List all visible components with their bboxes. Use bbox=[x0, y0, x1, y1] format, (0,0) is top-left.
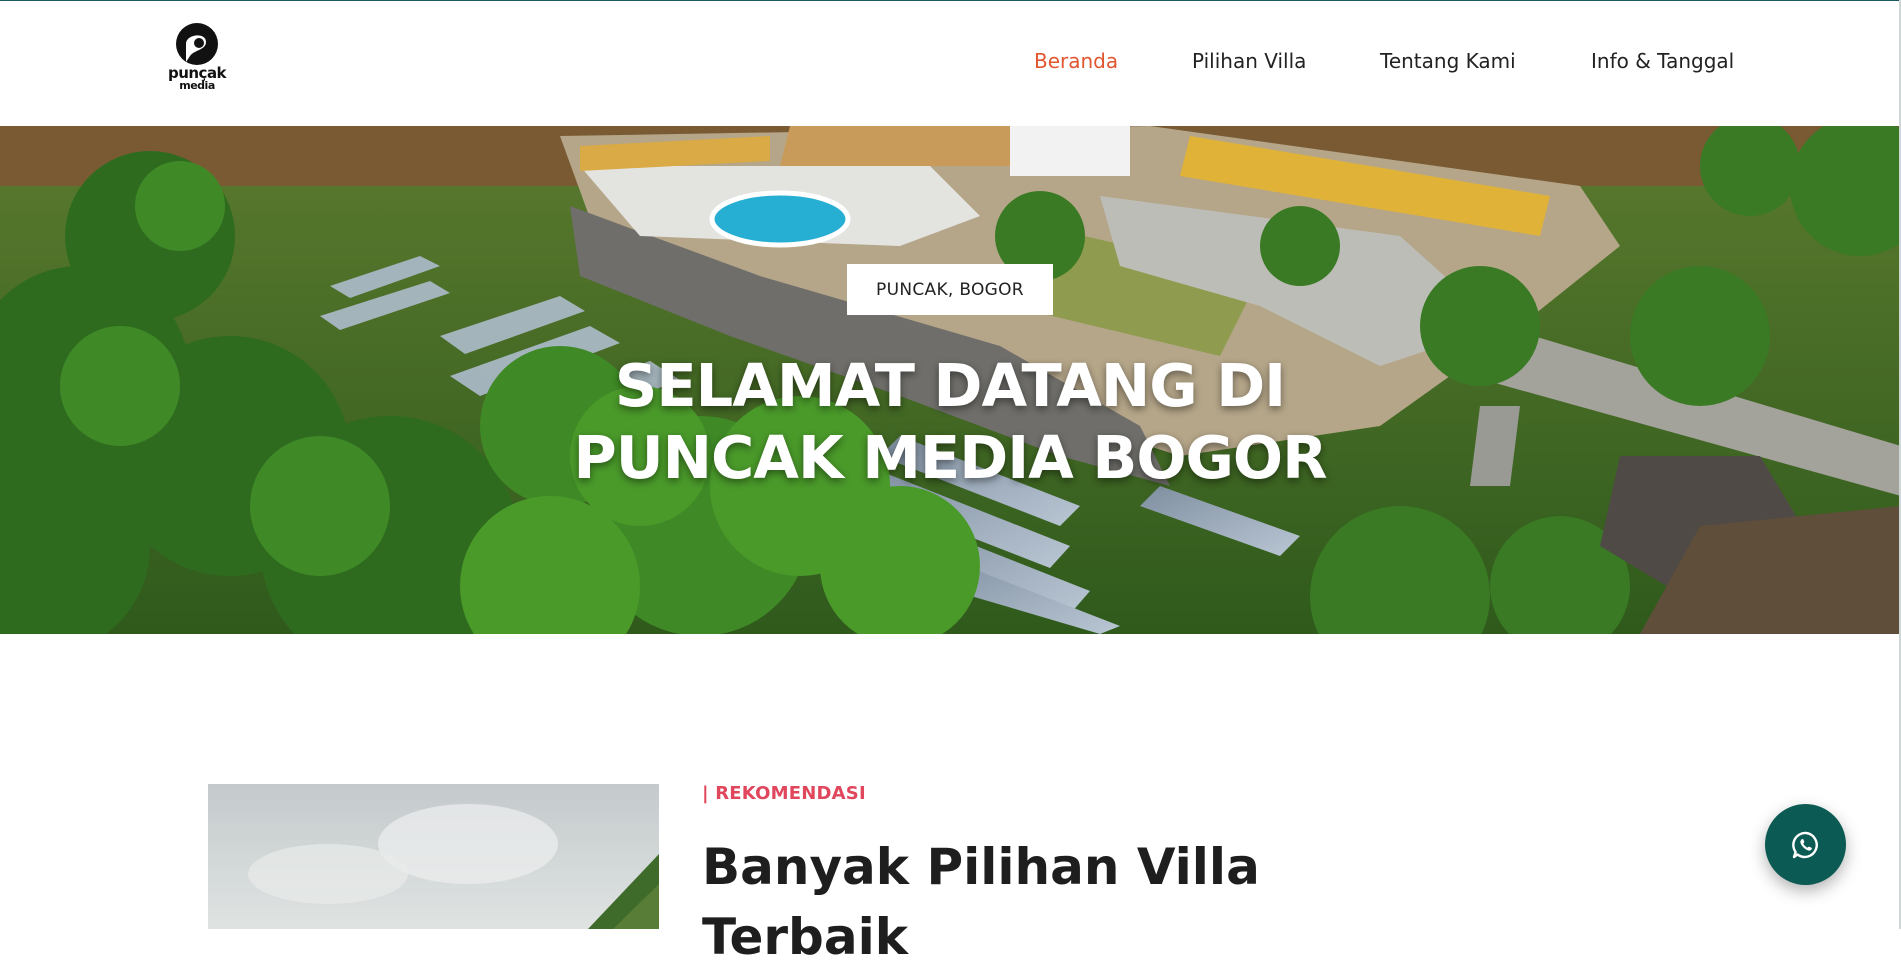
whatsapp-button[interactable] bbox=[1765, 804, 1846, 885]
hero-banner: PUNCAK, BOGOR SELAMAT DATANG DI PUNCAK M… bbox=[0, 126, 1901, 634]
logo-text: punçak media bbox=[166, 66, 228, 92]
location-badge: PUNCAK, BOGOR bbox=[847, 264, 1053, 315]
villa-photo bbox=[208, 784, 659, 929]
hero-title-line1: SELAMAT DATANG DI bbox=[614, 351, 1286, 420]
nav-item-beranda[interactable]: Beranda bbox=[1034, 49, 1118, 73]
site-logo[interactable]: punçak media bbox=[166, 22, 228, 94]
nav-item-tentang-kami[interactable]: Tentang Kami bbox=[1380, 49, 1516, 73]
whatsapp-icon bbox=[1791, 831, 1818, 858]
site-header: punçak media Beranda Pilihan Villa Tenta… bbox=[0, 1, 1901, 126]
villa-preview-image bbox=[208, 784, 659, 929]
nav-item-info-tanggal[interactable]: Info & Tanggal bbox=[1591, 49, 1734, 73]
nav-item-pilihan-villa[interactable]: Pilihan Villa bbox=[1192, 49, 1306, 73]
hero-title: SELAMAT DATANG DI PUNCAK MEDIA BOGOR bbox=[450, 350, 1450, 494]
section-label: | REKOMENDASI bbox=[702, 783, 866, 804]
hero-title-line2: PUNCAK MEDIA BOGOR bbox=[573, 423, 1327, 492]
section-heading: Banyak Pilihan Villa Terbaik bbox=[702, 838, 1260, 966]
